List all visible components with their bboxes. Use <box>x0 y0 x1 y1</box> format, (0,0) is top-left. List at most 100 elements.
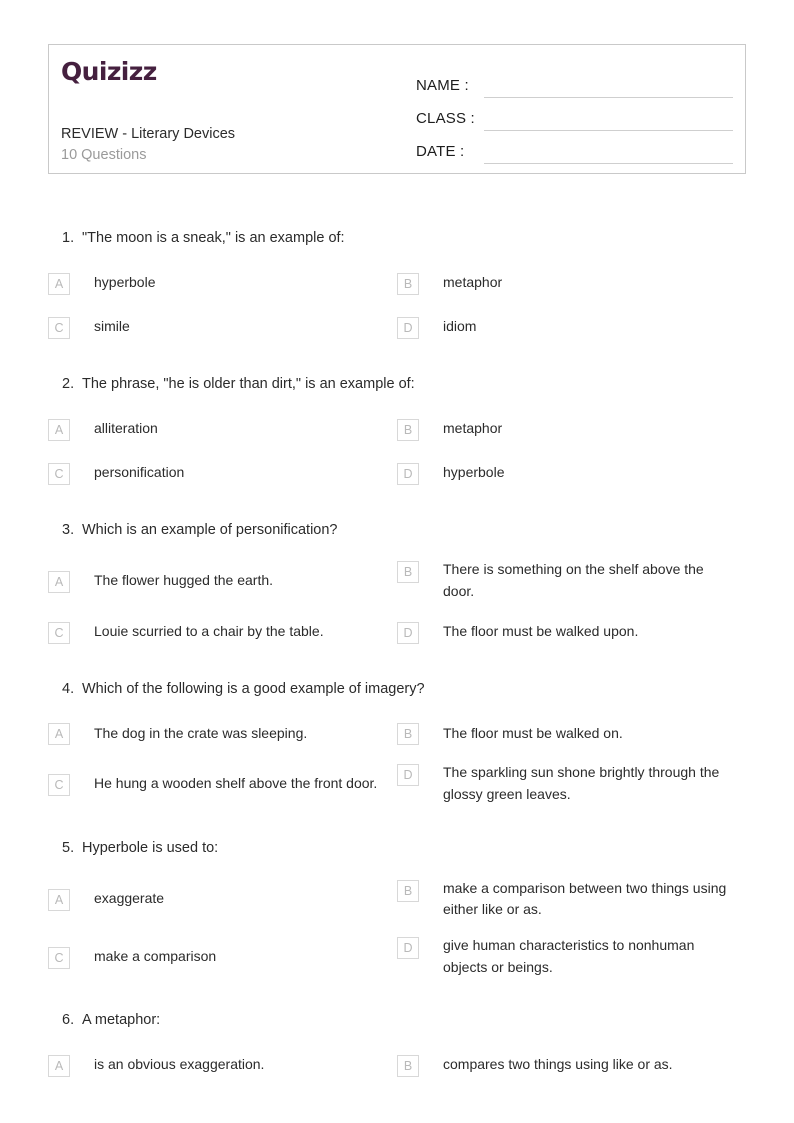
question-text: Hyperbole is used to: <box>82 839 219 856</box>
answer-option-a[interactable]: Aalliteration <box>48 414 397 444</box>
answer-option-c[interactable]: Csimile <box>48 312 397 342</box>
answer-option-c[interactable]: C He hung a wooden shelf above the front … <box>48 762 397 805</box>
question-text: The phrase, "he is older than dirt," is … <box>82 375 415 392</box>
answer-option-c[interactable]: Cpersonification <box>48 458 397 488</box>
option-letter-badge: C <box>48 946 70 969</box>
page-title: REVIEW - Literary Devices <box>61 126 236 142</box>
option-text: idiom <box>443 317 477 334</box>
question-number: 6. <box>62 1012 75 1029</box>
question-block: 5. Hyperbole is used to: Aexaggerate Bmake … <box>0 838 794 993</box>
option-text: The floor must be walked on. <box>443 724 623 741</box>
questions-list: 1. "The moon is a sneak," is an example o… <box>0 228 794 1112</box>
answer-option-d[interactable]: Dhyperbole <box>397 458 746 488</box>
option-letter-badge: D <box>397 316 419 339</box>
option-text: exaggerate <box>94 890 165 907</box>
question-header: 1. "The moon is a sneak," is an example o… <box>48 228 746 250</box>
option-letter-badge: D <box>397 764 419 787</box>
worksheet-page: Quizizz REVIEW - Literary Devices 10 Que… <box>0 0 794 1123</box>
name-input[interactable] <box>484 77 733 98</box>
class-field-row: CLASS : <box>416 98 733 131</box>
option-letter-badge: A <box>48 570 70 593</box>
option-text: hyperbole <box>443 463 505 480</box>
date-input[interactable] <box>484 143 733 164</box>
option-letter-badge: A <box>48 723 70 746</box>
question-number: 5. <box>62 839 75 856</box>
question-text: Which is an example of personification? <box>82 521 338 538</box>
question-block: 3. Which is an example of personification… <box>0 520 794 661</box>
option-letter-badge: D <box>397 936 419 959</box>
answer-option-b[interactable]: Bmetaphor <box>397 414 746 444</box>
option-letter-badge: A <box>48 272 70 295</box>
option-text: The floor must be walked upon. <box>443 622 639 639</box>
option-letter-badge: B <box>397 272 419 295</box>
answer-option-b[interactable]: B There is something on the shelf above t… <box>397 559 746 602</box>
option-letter-badge: A <box>48 889 70 912</box>
option-letter-badge: C <box>48 462 70 485</box>
answer-option-d[interactable]: Dgive human characteristics to nonhuman … <box>397 935 746 978</box>
answer-option-d[interactable]: D The floor must be walked upon. <box>397 617 746 647</box>
answer-option-a[interactable]: Ahyperbole <box>48 268 397 298</box>
option-text: give human characteristics to nonhuman o… <box>443 936 695 975</box>
option-text: The sparkling sun shone brightly through… <box>443 764 720 803</box>
answer-options: Ahyperbole Bmetaphor Csimile Didiom <box>48 268 746 356</box>
question-header: 5. Hyperbole is used to: <box>48 838 746 860</box>
option-text: The flower hugged the earth. <box>94 572 274 589</box>
answer-option-b[interactable]: B The floor must be walked on. <box>397 718 746 748</box>
question-number: 3. <box>62 521 75 538</box>
option-text: simile <box>94 317 130 334</box>
question-header: 2. The phrase, "he is older than dirt," i… <box>48 374 746 396</box>
option-text: make a comparison between two things usi… <box>443 879 727 918</box>
answer-option-c[interactable]: C Louie scurried to a chair by the table. <box>48 617 397 647</box>
answer-options: Aexaggerate Bmake a comparison between tw… <box>48 878 746 993</box>
answer-option-c[interactable]: Cmake a comparison <box>48 935 397 978</box>
question-block: 1. "The moon is a sneak," is an example o… <box>0 228 794 356</box>
question-count-label: 10 Questions <box>61 147 147 163</box>
question-text: "The moon is a sneak," is an example of: <box>82 230 345 246</box>
option-letter-badge: C <box>48 774 70 797</box>
option-letter-badge: C <box>48 621 70 644</box>
option-letter-badge: C <box>48 316 70 339</box>
option-text: He hung a wooden shelf above the front d… <box>94 775 378 792</box>
class-field-label: CLASS : <box>416 110 475 127</box>
answer-option-b[interactable]: Bcompares two things using like or as. <box>397 1050 746 1080</box>
question-header: 4. Which of the following is a good examp… <box>48 679 746 701</box>
option-letter-badge: B <box>397 1055 419 1077</box>
answer-option-a[interactable]: A The flower hugged the earth. <box>48 559 397 602</box>
date-field-row: DATE : <box>416 131 733 164</box>
option-text: metaphor <box>443 419 503 436</box>
option-text: alliteration <box>94 419 158 436</box>
option-text: compares two things using like or as. <box>443 1056 673 1073</box>
answer-option-a[interactable]: Aexaggerate <box>48 878 397 921</box>
question-block: 6. A metaphor: Ais an obvious exaggeration… <box>0 1010 794 1094</box>
answer-options: Aalliteration Bmetaphor Cpersonification Dh… <box>48 414 746 502</box>
option-letter-badge: A <box>48 1055 70 1077</box>
answer-option-d[interactable]: Didiom <box>397 312 746 342</box>
question-number: 4. <box>62 680 75 697</box>
question-block: 4. Which of the following is a good examp… <box>0 679 794 820</box>
answer-options: A The flower hugged the earth. B There is s… <box>48 559 746 660</box>
answer-option-b[interactable]: Bmake a comparison between two things us… <box>397 878 746 921</box>
answer-option-a[interactable]: A The dog in the crate was sleeping. <box>48 718 397 748</box>
answer-options: Ais an obvious exaggeration. Bcompares tw… <box>48 1050 746 1094</box>
question-block: 2. The phrase, "he is older than dirt," i… <box>0 374 794 502</box>
option-letter-badge: D <box>397 621 419 644</box>
question-number: 1. <box>62 230 75 246</box>
answer-option-a[interactable]: Ais an obvious exaggeration. <box>48 1050 397 1080</box>
option-letter-badge: B <box>397 418 419 441</box>
class-input[interactable] <box>484 110 733 131</box>
option-text: metaphor <box>443 273 503 290</box>
answer-option-d[interactable]: D The sparkling sun shone brightly throug… <box>397 762 746 805</box>
question-header: 3. Which is an example of personification… <box>48 520 746 542</box>
student-info-fields: NAME : CLASS : DATE : <box>401 45 745 173</box>
option-text: hyperbole <box>94 273 156 290</box>
option-letter-badge: B <box>397 879 419 902</box>
question-number: 2. <box>62 375 75 392</box>
answer-option-b[interactable]: Bmetaphor <box>397 268 746 298</box>
option-text: personification <box>94 463 185 480</box>
question-text: Which of the following is a good example… <box>82 680 425 697</box>
name-field-label: NAME : <box>416 77 469 94</box>
date-field-label: DATE : <box>416 143 465 160</box>
option-letter-badge: D <box>397 462 419 485</box>
option-text: There is something on the shelf above th… <box>443 561 704 599</box>
header-left-section: Quizizz REVIEW - Literary Devices 10 Que… <box>49 45 401 173</box>
